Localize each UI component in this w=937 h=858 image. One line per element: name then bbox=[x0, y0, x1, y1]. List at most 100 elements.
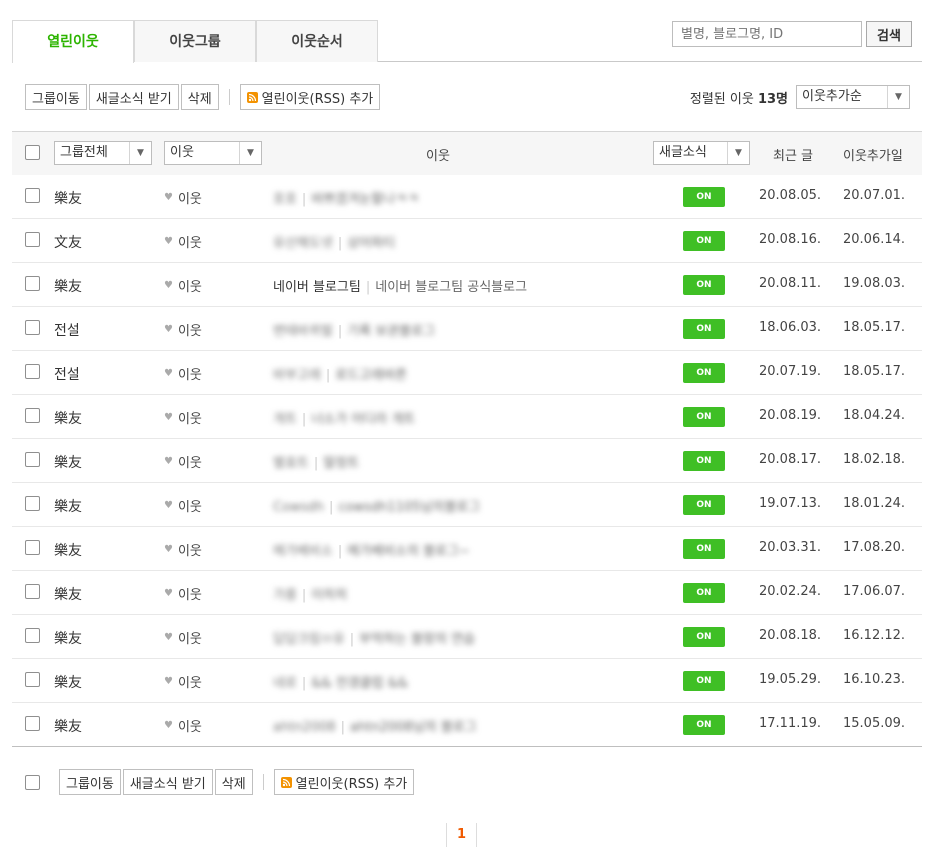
neighbor-nickname[interactable]: 가릉 bbox=[273, 588, 297, 603]
add-rss-button[interactable]: 열린이웃(RSS) 추가 bbox=[239, 84, 381, 110]
row-checkbox[interactable] bbox=[25, 188, 40, 203]
row-checkbox[interactable] bbox=[25, 540, 40, 555]
neighbor-blog-title[interactable]: 바쁘겠겨눈팔나ㅋㅋ bbox=[311, 192, 419, 207]
neighbor-blog-title[interactable]: 딸정트 bbox=[323, 456, 359, 471]
table-row: 文友 ♥ 이웃 유산해도넷 | 상어파티 ON 20.08.16. 20.06.14… bbox=[12, 219, 922, 263]
select-all-checkbox[interactable] bbox=[25, 145, 40, 160]
row-checkbox[interactable] bbox=[25, 408, 40, 423]
neighbor-blog-title[interactable]: 네이버 블로그팀 공식블로그 bbox=[375, 280, 527, 295]
neighbor-nickname[interactable]: 개트 bbox=[273, 412, 297, 427]
row-neighbor[interactable]: Cowsdh | cowsdh1105님의블로그 bbox=[273, 496, 480, 515]
neighbor-blog-title[interactable]: ahtn2008님의 블로그 bbox=[350, 720, 477, 735]
receive-posts-button-bottom[interactable]: 새글소식 받기 bbox=[122, 769, 213, 795]
row-checkbox[interactable] bbox=[25, 672, 40, 687]
neighbor-blog-title[interactable]: 메가베비소의 블로그~ bbox=[347, 544, 470, 559]
heart-icon: ♥ bbox=[164, 412, 173, 423]
post-alert-filter-select[interactable]: 새글소식 ▼ bbox=[653, 141, 750, 165]
row-checkbox[interactable] bbox=[25, 584, 40, 599]
row-checkbox[interactable] bbox=[25, 364, 40, 379]
group-move-button[interactable]: 그룹이동 bbox=[25, 84, 87, 110]
neighbor-blog-title[interactable]: 상어파티 bbox=[347, 236, 395, 251]
row-relation: ♥ 이웃 bbox=[164, 280, 202, 295]
row-added-date: 17.06.07. bbox=[843, 584, 906, 599]
post-alert-toggle[interactable]: ON bbox=[683, 231, 725, 251]
post-alert-toggle[interactable]: ON bbox=[683, 715, 725, 735]
post-alert-toggle[interactable]: ON bbox=[683, 319, 725, 339]
row-neighbor[interactable]: 호호 | 바쁘겠겨눈팔나ㅋㅋ bbox=[273, 188, 419, 207]
table-row: 전설 ♥ 이웃 바부고래 | 로드고래바른 ON 20.07.19. 18.05.1… bbox=[12, 351, 922, 395]
row-checkbox[interactable] bbox=[25, 276, 40, 291]
page-number-current[interactable]: 1 bbox=[446, 823, 477, 847]
row-neighbor[interactable]: ahtn2008 | ahtn2008님의 블로그 bbox=[273, 716, 477, 735]
row-relation: ♥ 이웃 bbox=[164, 412, 202, 427]
search-input[interactable] bbox=[672, 21, 862, 47]
row-checkbox[interactable] bbox=[25, 628, 40, 643]
row-checkbox[interactable] bbox=[25, 496, 40, 511]
neighbor-blog-title[interactable]: 이히히 bbox=[311, 588, 347, 603]
row-checkbox[interactable] bbox=[25, 716, 40, 731]
row-neighbor[interactable]: 답답크림ㅁ유 | 부먹하는 블랑의 연습 bbox=[273, 628, 475, 647]
post-alert-toggle[interactable]: ON bbox=[683, 627, 725, 647]
post-alert-toggle[interactable]: ON bbox=[683, 539, 725, 559]
search-button[interactable]: 검색 bbox=[866, 21, 912, 47]
tab-open-neighbors[interactable]: 열린이웃 bbox=[12, 20, 134, 63]
neighbor-blog-title[interactable]: 기록 보관블로그 bbox=[347, 324, 435, 339]
row-neighbor[interactable]: 네이버 블로그팀 | 네이버 블로그팀 공식블로그 bbox=[273, 276, 527, 295]
table-row: 樂友 ♥ 이웃 메가베비소 | 메가베비소의 블로그~ ON 20.03.31. 1… bbox=[12, 527, 922, 571]
neighbor-blog-title[interactable]: && 전갱클럽 && bbox=[311, 676, 408, 691]
post-alert-toggle[interactable]: ON bbox=[683, 363, 725, 383]
row-neighbor[interactable]: 별효트 | 딸정트 bbox=[273, 452, 359, 471]
neighbor-nickname[interactable]: 답답크림ㅁ유 bbox=[273, 632, 345, 647]
post-alert-toggle[interactable]: ON bbox=[683, 275, 725, 295]
neighbor-nickname[interactable]: ahtn2008 bbox=[273, 720, 336, 735]
post-alert-toggle[interactable]: ON bbox=[683, 671, 725, 691]
row-checkbox[interactable] bbox=[25, 320, 40, 335]
row-group: 樂友 bbox=[54, 191, 82, 207]
row-neighbor[interactable]: 변태바퀴벌 | 기록 보관블로그 bbox=[273, 320, 435, 339]
post-alert-toggle[interactable]: ON bbox=[683, 583, 725, 603]
relation-filter-select[interactable]: 이웃 ▼ bbox=[164, 141, 262, 165]
group-filter-select[interactable]: 그룹전체 ▼ bbox=[54, 141, 152, 165]
row-neighbor[interactable]: 유산해도넷 | 상어파티 bbox=[273, 232, 395, 251]
tab-neighbor-groups[interactable]: 이웃그룹 bbox=[134, 20, 256, 62]
row-neighbor[interactable]: 바부고래 | 로드고래바른 bbox=[273, 364, 407, 383]
row-checkbox[interactable] bbox=[25, 232, 40, 247]
row-relation: ♥ 이웃 bbox=[164, 324, 202, 339]
neighbor-nickname[interactable]: 메가베비소 bbox=[273, 544, 333, 559]
neighbor-nickname[interactable]: 네이버 블로그팀 bbox=[273, 280, 361, 295]
post-alert-toggle[interactable]: ON bbox=[683, 495, 725, 515]
row-neighbor[interactable]: 네로 | && 전갱클럽 && bbox=[273, 672, 408, 691]
neighbor-nickname[interactable]: 유산해도넷 bbox=[273, 236, 333, 251]
sort-select[interactable]: 이웃추가순 ▼ bbox=[796, 85, 910, 109]
post-alert-toggle[interactable]: ON bbox=[683, 451, 725, 471]
row-recent-post-date: 20.08.19. bbox=[759, 408, 822, 423]
select-all-checkbox-bottom[interactable] bbox=[25, 774, 40, 790]
row-group: 樂友 bbox=[54, 543, 82, 559]
row-checkbox[interactable] bbox=[25, 452, 40, 467]
tab-neighbor-order[interactable]: 이웃순서 bbox=[256, 20, 378, 62]
neighbor-nickname[interactable]: 네로 bbox=[273, 676, 297, 691]
group-move-button-bottom[interactable]: 그룹이동 bbox=[59, 769, 121, 795]
neighbor-nickname[interactable]: 별효트 bbox=[273, 456, 309, 471]
neighbor-nickname[interactable]: Cowsdh bbox=[273, 500, 324, 515]
delete-button-bottom[interactable]: 삭제 bbox=[214, 769, 253, 795]
neighbor-blog-title[interactable]: 부먹하는 블랑의 연습 bbox=[359, 632, 475, 647]
heart-icon: ♥ bbox=[164, 720, 173, 731]
neighbor-nickname[interactable]: 바부고래 bbox=[273, 368, 321, 383]
post-alert-toggle[interactable]: ON bbox=[683, 407, 725, 427]
receive-posts-button[interactable]: 새글소식 받기 bbox=[88, 84, 179, 110]
neighbor-nickname[interactable]: 변태바퀴벌 bbox=[273, 324, 333, 339]
row-neighbor[interactable]: 개트 | 너소가 어디라 개트 bbox=[273, 408, 415, 427]
neighbor-nickname[interactable]: 호호 bbox=[273, 192, 297, 207]
row-neighbor[interactable]: 메가베비소 | 메가베비소의 블로그~ bbox=[273, 540, 470, 559]
table-row: 樂友 ♥ 이웃 호호 | 바쁘겠겨눈팔나ㅋㅋ ON 20.08.05. 20.07.… bbox=[12, 175, 922, 219]
row-group: 樂友 bbox=[54, 411, 82, 427]
row-neighbor[interactable]: 가릉 | 이히히 bbox=[273, 584, 347, 603]
post-alert-toggle[interactable]: ON bbox=[683, 187, 725, 207]
neighbor-blog-title[interactable]: cowsdh1105님의블로그 bbox=[338, 500, 480, 515]
delete-button[interactable]: 삭제 bbox=[180, 84, 219, 110]
add-rss-button-bottom[interactable]: 열린이웃(RSS) 추가 bbox=[273, 769, 415, 795]
neighbor-blog-title[interactable]: 로드고래바른 bbox=[335, 368, 407, 383]
neighbor-blog-title[interactable]: 너소가 어디라 개트 bbox=[311, 412, 415, 427]
heart-icon: ♥ bbox=[164, 280, 173, 291]
